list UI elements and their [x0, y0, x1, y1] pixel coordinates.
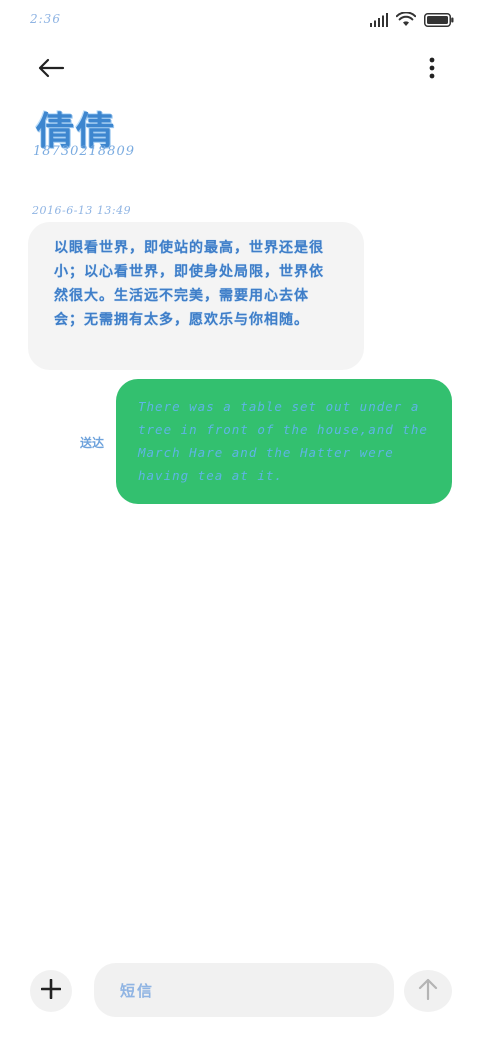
delivery-status: 送达	[80, 436, 105, 450]
composer-bar: 短信	[0, 960, 480, 1020]
top-bar	[0, 48, 480, 92]
more-options-button[interactable]	[420, 54, 444, 86]
signal-icon	[370, 12, 388, 31]
battery-icon	[424, 12, 454, 31]
message-timestamp: 2016-6-13 13:49	[32, 204, 132, 217]
outgoing-message-text: There was a table set out under a tree i…	[138, 399, 428, 483]
status-time: 2:36	[30, 12, 61, 26]
message-input-placeholder: 短信	[120, 981, 155, 1000]
outgoing-message-bubble[interactable]: There was a table set out under a tree i…	[116, 379, 452, 504]
incoming-message-bubble[interactable]: 以眼看世界，即使站的最高，世界还是很小；以心看世界，即使身处局限，世界依然很大。…	[28, 222, 364, 370]
message-input[interactable]: 短信	[94, 963, 394, 1017]
add-attachment-button[interactable]	[30, 970, 72, 1012]
more-vertical-icon	[429, 57, 435, 83]
back-button[interactable]	[30, 54, 72, 86]
incoming-message-text: 以眼看世界，即使站的最高，世界还是很小；以心看世界，即使身处局限，世界依然很大。…	[54, 240, 324, 328]
arrow-left-icon	[37, 58, 65, 82]
plus-icon	[40, 978, 62, 1003]
status-icons	[370, 11, 454, 31]
contact-number: 18730218809	[33, 144, 135, 159]
wifi-icon	[395, 11, 417, 31]
arrow-up-icon	[418, 978, 438, 1004]
send-button[interactable]	[404, 970, 452, 1012]
status-bar: 2:36	[0, 0, 480, 40]
